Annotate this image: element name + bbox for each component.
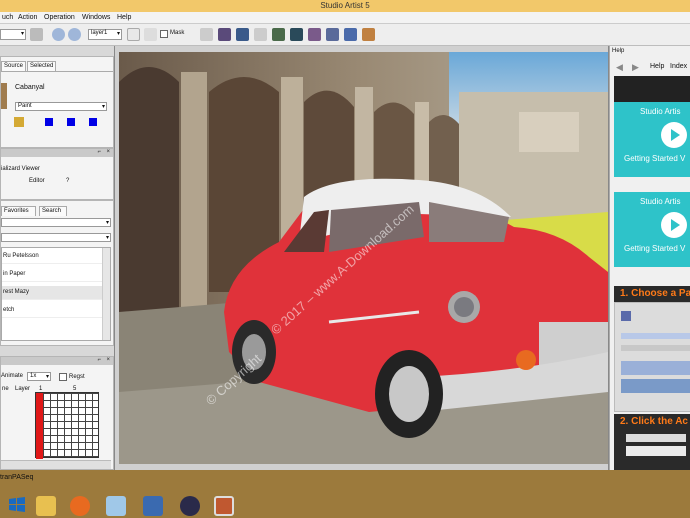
eraser-icon[interactable]	[144, 28, 157, 41]
window-title: Studio Artist 5	[320, 1, 370, 10]
video-thumbnail-2[interactable]: Studio Artis Getting Started V	[614, 192, 690, 267]
col-header-ne: ne	[2, 386, 9, 392]
tab-favorites[interactable]: Favorites	[1, 206, 36, 216]
zoom-out-icon[interactable]	[68, 28, 81, 41]
help-header: Help	[612, 48, 625, 54]
preview-value: ?	[66, 178, 70, 184]
preset-icon-9[interactable]	[362, 28, 375, 41]
menu-item-windows[interactable]: Windows	[82, 14, 110, 21]
library-combo-2[interactable]: ▾	[1, 233, 111, 242]
preset-icon-1[interactable]	[218, 28, 231, 41]
menu-item-uch[interactable]: uch	[2, 14, 13, 21]
tab-search[interactable]: Search	[39, 206, 67, 216]
preset-combo[interactable]: Paint ▾	[15, 102, 107, 111]
preset-icon-6[interactable]	[308, 28, 321, 41]
help-screenshot-1	[614, 302, 690, 412]
source-thumbnail	[1, 83, 7, 109]
sequence-scrollbar[interactable]	[1, 460, 111, 469]
taskbar	[0, 470, 690, 518]
forward-icon[interactable]: ▶	[632, 62, 639, 73]
source-name: Cabanyal	[15, 84, 45, 91]
menu-item-action[interactable]: Action	[18, 14, 37, 21]
layer-icon[interactable]	[127, 28, 140, 41]
file-explorer-icon[interactable]	[36, 496, 56, 516]
color-swatch-blue-2[interactable]	[67, 118, 75, 126]
list-item[interactable]: etch	[2, 304, 102, 318]
preset-icon-2[interactable]	[236, 28, 249, 41]
menu-bar: uch Action Operation Windows Help	[0, 12, 690, 24]
tab-source[interactable]: Source	[1, 61, 27, 71]
sequence-footer: tranPASeq	[0, 474, 34, 481]
source-panel: Source Selected Cabanyal Paint ▾	[0, 56, 114, 148]
close-icon[interactable]: ×	[106, 149, 110, 155]
mask-label: Mask	[170, 30, 185, 36]
zoom-in-icon[interactable]	[52, 28, 65, 41]
color-swatch-blue-3[interactable]	[89, 118, 97, 126]
heart-icon[interactable]	[200, 28, 213, 41]
studio-artist-icon[interactable]	[214, 496, 234, 516]
back-icon[interactable]: ◀	[616, 62, 623, 73]
help-screenshot-2	[614, 430, 690, 470]
panel-header: ⌐ ×	[1, 357, 113, 365]
animate-field[interactable]: 1x ▾	[27, 372, 51, 381]
tab-selected[interactable]: Selected	[27, 61, 57, 71]
windows-start-icon[interactable]	[8, 496, 26, 514]
preset-icon-5[interactable]	[290, 28, 303, 41]
help-step-1: 1. Choose a Pa	[614, 286, 690, 302]
preset-icon-4[interactable]	[272, 28, 285, 41]
menu-item-help[interactable]: Help	[117, 14, 131, 21]
preview-label: Editor	[29, 178, 45, 184]
app-icon[interactable]	[106, 496, 126, 516]
library-combo-1[interactable]: ▾	[1, 218, 111, 227]
list-item[interactable]: in Paper	[2, 268, 102, 282]
preview-panel: ⌐ × ializard Viewer Editor ?	[0, 148, 114, 200]
menu-item-operation[interactable]: Operation	[44, 14, 75, 21]
firefox-icon[interactable]	[70, 496, 90, 516]
close-icon[interactable]: ×	[106, 357, 110, 363]
help-panel: Help ◀ ▶ Help Index Studio Artis Getting…	[609, 46, 690, 470]
animate-label: Animate	[1, 373, 24, 379]
help-banner	[614, 76, 690, 102]
pin-icon[interactable]: ⌐	[97, 149, 101, 155]
title-bar: Studio Artist 5	[0, 0, 690, 12]
list-item[interactable]: rest Mazy	[2, 286, 102, 300]
toolbar: ▾ layer1 ▾ Mask	[0, 24, 690, 46]
preview-title: ializard Viewer	[1, 166, 40, 172]
brush-icon[interactable]	[30, 28, 43, 41]
list-item[interactable]: Ru Petelsson	[2, 250, 102, 264]
play-icon	[661, 122, 687, 148]
mask-checkbox[interactable]	[160, 30, 168, 38]
canvas-image[interactable]: © 2017 – www.A-Download.com © Copyright	[119, 52, 608, 464]
media-icon[interactable]	[180, 496, 200, 516]
help-step-2: 2. Click the Ac	[614, 414, 690, 430]
canvas-area: © 2017 – www.A-Download.com © Copyright	[114, 46, 609, 470]
library-panel: Favorites Search ▾ ▾ Ru Petelsson in Pap…	[0, 200, 114, 346]
regst-label: Regst	[69, 374, 85, 380]
play-icon	[661, 212, 687, 238]
sequence-grid[interactable]	[35, 392, 99, 459]
tool-combo[interactable]: ▾	[0, 29, 26, 40]
library-scrollbar[interactable]	[102, 248, 110, 340]
network-icon[interactable]	[143, 496, 163, 516]
panel-header: ⌐ ×	[1, 149, 113, 157]
preset-icon-8[interactable]	[344, 28, 357, 41]
help-link-index[interactable]: Index	[670, 63, 687, 70]
layer-combo[interactable]: layer1 ▾	[88, 29, 122, 40]
col-header-layer: Layer	[15, 386, 31, 392]
sequence-current-frame	[36, 393, 43, 459]
video-thumbnail-1[interactable]: Studio Artis Getting Started V	[614, 102, 690, 177]
library-list: Ru Petelsson in Paper rest Mazy etch	[1, 247, 111, 341]
preset-icon-7[interactable]	[326, 28, 339, 41]
color-swatch-blue-1[interactable]	[45, 118, 53, 126]
help-link-help[interactable]: Help	[650, 63, 664, 70]
color-swatch-gold[interactable]	[14, 117, 24, 127]
regst-checkbox[interactable]	[59, 373, 67, 381]
preset-icon-3[interactable]	[254, 28, 267, 41]
pin-icon[interactable]: ⌐	[97, 357, 101, 363]
